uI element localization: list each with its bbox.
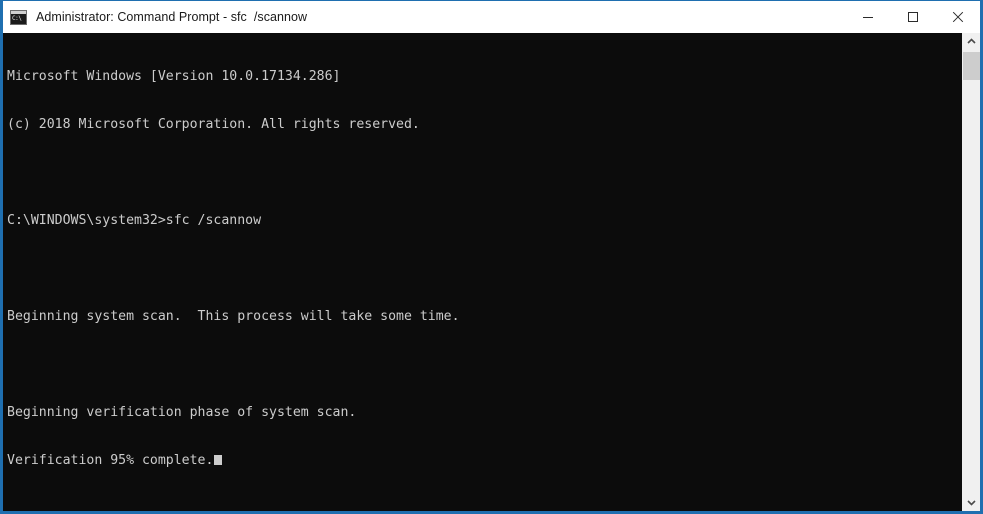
close-button[interactable] bbox=[935, 1, 980, 33]
maximize-button[interactable] bbox=[890, 1, 935, 33]
command-prompt-icon[interactable]: C:\ bbox=[10, 9, 27, 25]
console-area: Microsoft Windows [Version 10.0.17134.28… bbox=[3, 33, 980, 511]
window-title: Administrator: Command Prompt - sfc /sca… bbox=[36, 10, 308, 24]
block-cursor bbox=[214, 455, 223, 465]
console-scrollbar[interactable] bbox=[962, 33, 980, 511]
icon-prompt-text: C:\ bbox=[12, 14, 22, 22]
scroll-up-button[interactable] bbox=[963, 33, 980, 50]
console-line-progress: Verification 95% complete. bbox=[7, 453, 962, 469]
window-controls bbox=[845, 1, 980, 33]
chevron-down-icon bbox=[967, 500, 976, 506]
console-output[interactable]: Microsoft Windows [Version 10.0.17134.28… bbox=[3, 33, 962, 511]
console-line-command: C:\WINDOWS\system32>sfc /scannow bbox=[7, 213, 262, 228]
minimize-button[interactable] bbox=[845, 1, 890, 33]
close-icon bbox=[952, 11, 963, 23]
title-bar[interactable]: C:\ Administrator: Command Prompt - sfc … bbox=[3, 1, 980, 33]
scroll-down-button[interactable] bbox=[963, 494, 980, 511]
console-line: Beginning verification phase of system s… bbox=[7, 405, 357, 420]
console-line: Microsoft Windows [Version 10.0.17134.28… bbox=[7, 69, 341, 84]
chevron-up-icon bbox=[967, 38, 976, 44]
maximize-icon bbox=[907, 12, 918, 22]
scrollbar-thumb[interactable] bbox=[963, 52, 980, 80]
command-prompt-window: C:\ Administrator: Command Prompt - sfc … bbox=[0, 0, 983, 514]
minimize-icon bbox=[862, 17, 873, 18]
progress-text: Verification 95% complete. bbox=[7, 453, 214, 468]
console-line: Beginning system scan. This process will… bbox=[7, 309, 460, 324]
icon-title-strip bbox=[11, 10, 26, 14]
console-line: (c) 2018 Microsoft Corporation. All righ… bbox=[7, 117, 420, 132]
scrollbar-track[interactable] bbox=[963, 50, 980, 494]
